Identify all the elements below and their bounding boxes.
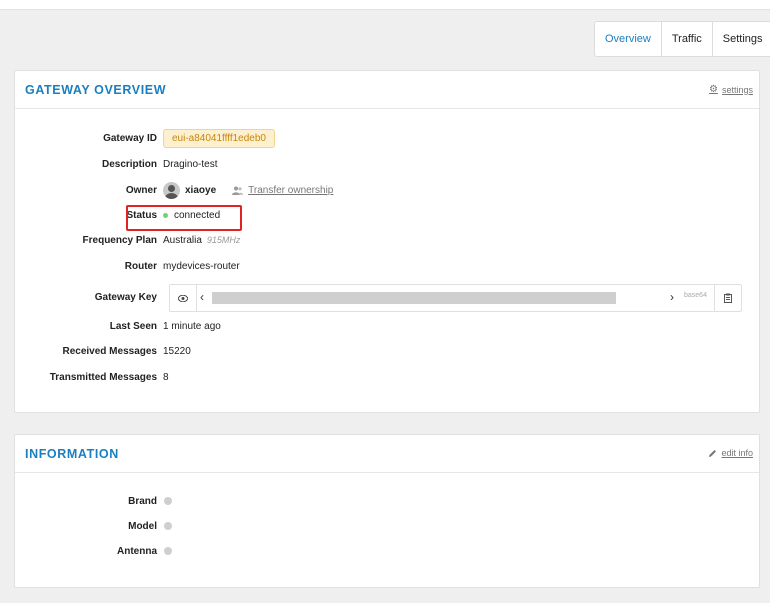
- avatar: [163, 181, 180, 199]
- last-seen-value: 1 minute ago: [163, 320, 221, 332]
- last-seen-row: Last Seen 1 minute ago: [15, 316, 759, 336]
- router-label: Router: [124, 260, 157, 272]
- owner-row: Owner xiaoye Transfer ownership: [15, 180, 759, 200]
- brand-row: Brand: [15, 491, 759, 511]
- received-messages-value: 15220: [163, 345, 191, 357]
- owner-name: xiaoye: [185, 184, 217, 196]
- gateway-key-label: Gateway Key: [94, 291, 157, 303]
- transfer-ownership-link[interactable]: Transfer ownership: [232, 185, 333, 196]
- received-messages-row: Received Messages 15220: [15, 341, 759, 361]
- eye-icon[interactable]: [170, 285, 197, 311]
- frequency-plan-value: Australia: [163, 234, 202, 246]
- scroll-right-icon[interactable]: ›: [670, 290, 674, 304]
- information-title: INFORMATION: [25, 447, 119, 461]
- transmitted-messages-value: 8: [163, 371, 169, 383]
- gateway-key-field: ‹ › base64: [169, 284, 742, 312]
- clipboard-icon[interactable]: [714, 285, 741, 311]
- frequency-plan-row: Frequency Plan Australia 915MHz: [15, 230, 759, 250]
- users-icon: [232, 186, 244, 195]
- gear-icon: ⚙: [709, 84, 718, 95]
- status-row: Status connected: [15, 205, 759, 225]
- tab-settings[interactable]: Settings: [713, 22, 770, 56]
- model-row: Model: [15, 516, 759, 536]
- gateway-id-label: Gateway ID: [103, 132, 157, 144]
- tab-overview[interactable]: Overview: [595, 22, 662, 56]
- scroll-left-icon[interactable]: ‹: [200, 290, 204, 304]
- status-value: connected: [174, 209, 221, 221]
- status-dot-icon: [163, 212, 168, 218]
- frequency-plan-note: 915MHz: [206, 235, 241, 245]
- edit-info-link[interactable]: edit info: [708, 448, 753, 458]
- information-card: INFORMATION edit info Brand Model Antenn…: [14, 434, 760, 588]
- help-icon[interactable]: [164, 547, 172, 555]
- antenna-label: Antenna: [117, 545, 157, 557]
- edit-info-label: edit info: [721, 448, 753, 458]
- top-strip: [0, 0, 770, 10]
- gateway-id-row: Gateway ID eui-a84041ffff1edeb0: [15, 128, 759, 148]
- brand-label: Brand: [128, 495, 157, 507]
- key-scrollbar[interactable]: [212, 292, 616, 304]
- router-value: mydevices-router: [163, 260, 240, 272]
- help-icon[interactable]: [164, 497, 172, 505]
- information-header: INFORMATION edit info: [15, 435, 759, 473]
- tab-traffic[interactable]: Traffic: [662, 22, 713, 56]
- settings-link-label: settings: [721, 84, 753, 95]
- gateway-id-value: eui-a84041ffff1edeb0: [163, 128, 275, 148]
- view-tabs: Overview Traffic Settings: [594, 21, 770, 57]
- received-messages-label: Received Messages: [62, 345, 157, 357]
- gateway-overview-header: GATEWAY OVERVIEW ⚙ settings: [15, 71, 759, 109]
- status-label: Status: [126, 209, 157, 221]
- pencil-icon: [709, 449, 717, 457]
- transmitted-messages-label: Transmitted Messages: [49, 371, 157, 383]
- transfer-ownership-label: Transfer ownership: [248, 184, 334, 196]
- antenna-row: Antenna: [15, 541, 759, 561]
- router-row: Router mydevices-router: [15, 256, 759, 276]
- settings-link[interactable]: ⚙ settings: [709, 84, 753, 95]
- description-label: Description: [101, 158, 157, 170]
- last-seen-label: Last Seen: [109, 320, 157, 332]
- gateway-overview-title: GATEWAY OVERVIEW: [25, 83, 167, 97]
- description-value: Dragino-test: [163, 158, 218, 170]
- model-label: Model: [128, 520, 157, 532]
- frequency-plan-label: Frequency Plan: [82, 234, 157, 246]
- description-row: Description Dragino-test: [15, 154, 759, 174]
- key-encoding-label: base64: [684, 292, 707, 299]
- gateway-overview-card: GATEWAY OVERVIEW ⚙ settings Gateway ID e…: [14, 70, 760, 413]
- owner-label: Owner: [125, 184, 157, 196]
- transmitted-messages-row: Transmitted Messages 8: [15, 367, 759, 387]
- help-icon[interactable]: [164, 522, 172, 530]
